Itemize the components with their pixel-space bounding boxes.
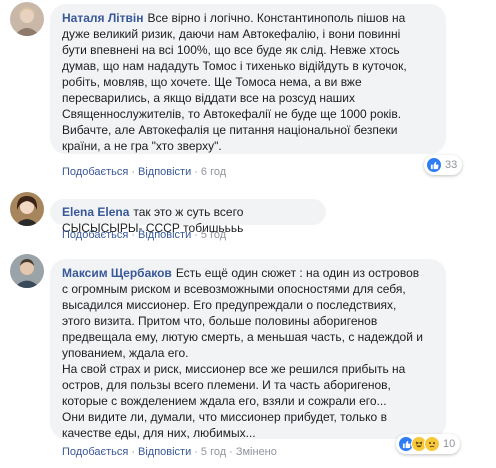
comment-author[interactable]: Максим Щербаков: [62, 266, 172, 280]
separator: ·: [229, 446, 233, 458]
reply-link[interactable]: Відповісти: [138, 446, 191, 458]
separator: ·: [131, 166, 135, 178]
reaction-count: 33: [445, 159, 458, 171]
like-link[interactable]: Подобається: [62, 166, 128, 178]
like-link[interactable]: Подобається: [62, 446, 128, 458]
comment-time[interactable]: 5 год: [201, 229, 226, 241]
reactions-badge[interactable]: 10: [396, 434, 461, 454]
reply-link[interactable]: Відповісти: [138, 229, 191, 241]
reply-link[interactable]: Відповісти: [138, 166, 191, 178]
comment-bubble: Elena Elena так это ж суть всего СЫСЫСЫРЫ…: [50, 199, 326, 235]
like-icon: [426, 157, 442, 173]
edited-label[interactable]: Змінено: [236, 446, 277, 458]
comment-actions: Подобається · Відповісти · 6 год: [62, 166, 226, 178]
avatar[interactable]: [10, 254, 44, 288]
reactions-badge[interactable]: 33: [424, 155, 463, 175]
comment-bubble: Максим Щербаков Есть ещё один сюжет : на …: [50, 259, 446, 440]
comment-text: Есть ещё один сюжет : на один из острово…: [62, 266, 423, 440]
comment-author[interactable]: Elena Elena: [62, 205, 129, 219]
separator: ·: [194, 166, 198, 178]
comment-actions: Подобається · Відповісти · 5 год: [62, 229, 226, 241]
avatar[interactable]: [10, 192, 44, 226]
separator: ·: [131, 229, 135, 241]
avatar[interactable]: [10, 2, 44, 36]
separator: ·: [194, 446, 198, 458]
comment-time[interactable]: 5 год: [201, 446, 226, 458]
sad-icon: [424, 436, 440, 452]
comment-bubble: Наталя Літвін Все вірно і логічно. Конста…: [50, 4, 446, 154]
comment-author[interactable]: Наталя Літвін: [62, 11, 143, 25]
comment-text: Все вірно і логічно. Константинополь піш…: [62, 11, 407, 153]
separator: ·: [194, 229, 198, 241]
comment-time[interactable]: 6 год: [201, 166, 226, 178]
comment-actions: Подобається · Відповісти · 5 год · Змінено: [62, 446, 277, 458]
separator: ·: [131, 446, 135, 458]
like-link[interactable]: Подобається: [62, 229, 128, 241]
reaction-count: 10: [443, 438, 456, 450]
